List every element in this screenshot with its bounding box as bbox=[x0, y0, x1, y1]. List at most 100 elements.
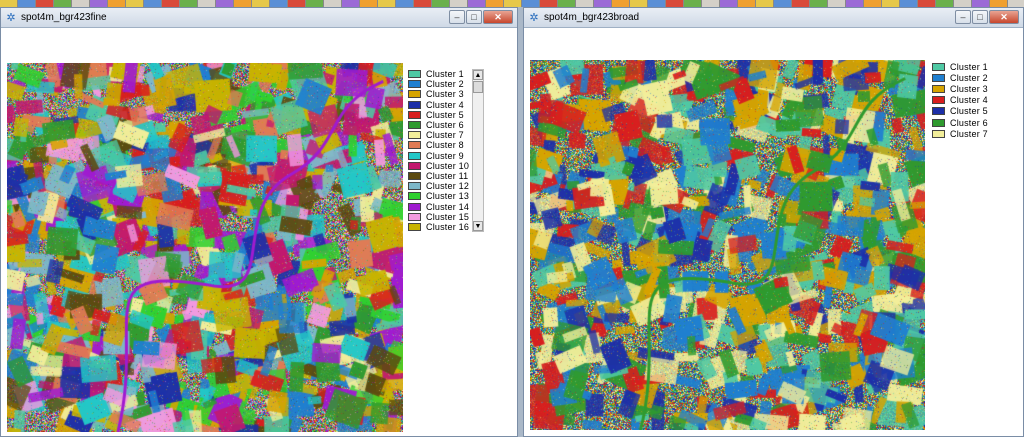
legend-item[interactable]: Cluster 5 bbox=[408, 110, 469, 120]
legend-item[interactable]: Cluster 1 bbox=[408, 69, 469, 79]
toolbar-button[interactable] bbox=[90, 0, 108, 7]
toolbar-button[interactable] bbox=[36, 0, 54, 7]
legend-label: Cluster 3 bbox=[950, 83, 988, 94]
toolbar-button[interactable] bbox=[540, 0, 558, 7]
toolbar-button[interactable] bbox=[216, 0, 234, 7]
legend-item[interactable]: Cluster 7 bbox=[932, 128, 988, 139]
toolbar-button[interactable] bbox=[234, 0, 252, 7]
toolbar-button[interactable] bbox=[648, 0, 666, 7]
toolbar-button[interactable] bbox=[198, 0, 216, 7]
toolbar-button[interactable] bbox=[828, 0, 846, 7]
legend-item[interactable]: Cluster 4 bbox=[408, 100, 469, 110]
classification-window-broad[interactable]: ✲ spot4m_bgr423broad – □ ✕ Cluster 1 Clus… bbox=[523, 7, 1024, 437]
legend-item[interactable]: Cluster 16 bbox=[408, 222, 469, 232]
toolbar-button[interactable] bbox=[324, 0, 342, 7]
legend-label: Cluster 4 bbox=[426, 99, 464, 110]
legend-item[interactable]: Cluster 15 bbox=[408, 212, 469, 222]
toolbar-button[interactable] bbox=[990, 0, 1008, 7]
toolbar-button[interactable] bbox=[630, 0, 648, 7]
toolbar-button[interactable] bbox=[144, 0, 162, 7]
toolbar-button[interactable] bbox=[414, 0, 432, 7]
color-swatch bbox=[408, 182, 421, 191]
toolbar-button[interactable] bbox=[0, 0, 18, 7]
toolbar-button[interactable] bbox=[918, 0, 936, 7]
legend-item[interactable]: Cluster 11 bbox=[408, 171, 469, 181]
toolbar-button[interactable] bbox=[468, 0, 486, 7]
toolbar-button[interactable] bbox=[486, 0, 504, 7]
toolbar-button[interactable] bbox=[864, 0, 882, 7]
toolbar-button[interactable] bbox=[108, 0, 126, 7]
toolbar-button[interactable] bbox=[720, 0, 738, 7]
legend-item[interactable]: Cluster 1 bbox=[932, 61, 988, 72]
toolbar-button[interactable] bbox=[342, 0, 360, 7]
toolbar-button[interactable] bbox=[558, 0, 576, 7]
toolbar-button[interactable] bbox=[18, 0, 36, 7]
toolbar-button[interactable] bbox=[738, 0, 756, 7]
toolbar-button[interactable] bbox=[576, 0, 594, 7]
legend-item[interactable]: Cluster 6 bbox=[408, 120, 469, 130]
toolbar-button[interactable] bbox=[900, 0, 918, 7]
title-bar[interactable]: ✲ spot4m_bgr423broad – □ ✕ bbox=[524, 8, 1023, 28]
toolbar-button[interactable] bbox=[360, 0, 378, 7]
scroll-up-arrow-icon[interactable]: ▲ bbox=[473, 70, 483, 80]
toolbar-button[interactable] bbox=[378, 0, 396, 7]
toolbar-button[interactable] bbox=[162, 0, 180, 7]
legend-item[interactable]: Cluster 7 bbox=[408, 130, 469, 140]
legend-item[interactable]: Cluster 14 bbox=[408, 201, 469, 212]
legend-item[interactable]: Cluster 2 bbox=[408, 79, 469, 89]
toolbar-button[interactable] bbox=[756, 0, 774, 7]
legend-label: Cluster 7 bbox=[426, 130, 464, 141]
toolbar-button[interactable] bbox=[594, 0, 612, 7]
close-button[interactable]: ✕ bbox=[483, 10, 513, 24]
toolbar-button[interactable] bbox=[252, 0, 270, 7]
legend-item[interactable]: Cluster 10 bbox=[408, 161, 469, 171]
toolbar-button[interactable] bbox=[504, 0, 522, 7]
toolbar-button[interactable] bbox=[450, 0, 468, 7]
close-button[interactable]: ✕ bbox=[989, 10, 1019, 24]
minimize-button[interactable]: – bbox=[955, 10, 971, 24]
legend-item[interactable]: Cluster 13 bbox=[408, 191, 469, 201]
legend-item[interactable]: Cluster 2 bbox=[932, 72, 988, 83]
toolbar-button[interactable] bbox=[180, 0, 198, 7]
legend-item[interactable]: Cluster 6 bbox=[932, 117, 988, 128]
legend-scrollbar[interactable]: ▲ ▼ bbox=[472, 69, 484, 232]
legend-item[interactable]: Cluster 4 bbox=[932, 95, 988, 106]
toolbar-button[interactable] bbox=[882, 0, 900, 7]
legend-item[interactable]: Cluster 3 bbox=[932, 83, 988, 94]
legend-item[interactable]: Cluster 3 bbox=[408, 89, 469, 99]
classified-image[interactable] bbox=[530, 60, 925, 430]
toolbar-button[interactable] bbox=[954, 0, 972, 7]
toolbar-button[interactable] bbox=[432, 0, 450, 7]
legend-item[interactable]: Cluster 12 bbox=[408, 181, 469, 191]
maximize-button[interactable]: □ bbox=[972, 10, 988, 24]
toolbar-button[interactable] bbox=[72, 0, 90, 7]
legend-label: Cluster 2 bbox=[426, 79, 464, 90]
toolbar-button[interactable] bbox=[306, 0, 324, 7]
legend-item[interactable]: Cluster 8 bbox=[408, 140, 469, 150]
toolbar-button[interactable] bbox=[702, 0, 720, 7]
toolbar-button[interactable] bbox=[522, 0, 540, 7]
classified-image[interactable] bbox=[7, 63, 403, 432]
toolbar-button[interactable] bbox=[972, 0, 990, 7]
toolbar-button[interactable] bbox=[54, 0, 72, 7]
toolbar-button[interactable] bbox=[810, 0, 828, 7]
toolbar-button[interactable] bbox=[126, 0, 144, 7]
toolbar-button[interactable] bbox=[774, 0, 792, 7]
maximize-button[interactable]: □ bbox=[466, 10, 482, 24]
toolbar-button[interactable] bbox=[684, 0, 702, 7]
title-bar[interactable]: ✲ spot4m_bgr423fine – □ ✕ bbox=[1, 8, 517, 28]
toolbar-button[interactable] bbox=[270, 0, 288, 7]
toolbar-button[interactable] bbox=[288, 0, 306, 7]
toolbar-button[interactable] bbox=[846, 0, 864, 7]
toolbar-button[interactable] bbox=[936, 0, 954, 7]
legend-item[interactable]: Cluster 9 bbox=[408, 151, 469, 161]
scroll-down-arrow-icon[interactable]: ▼ bbox=[473, 221, 483, 231]
legend-item[interactable]: Cluster 5 bbox=[932, 106, 988, 117]
toolbar-button[interactable] bbox=[792, 0, 810, 7]
classification-window-fine[interactable]: ✲ spot4m_bgr423fine – □ ✕ Cluster 1 Clust… bbox=[0, 7, 518, 437]
toolbar-button[interactable] bbox=[396, 0, 414, 7]
toolbar-button[interactable] bbox=[666, 0, 684, 7]
toolbar-button[interactable] bbox=[612, 0, 630, 7]
minimize-button[interactable]: – bbox=[449, 10, 465, 24]
scroll-thumb[interactable] bbox=[473, 81, 483, 93]
